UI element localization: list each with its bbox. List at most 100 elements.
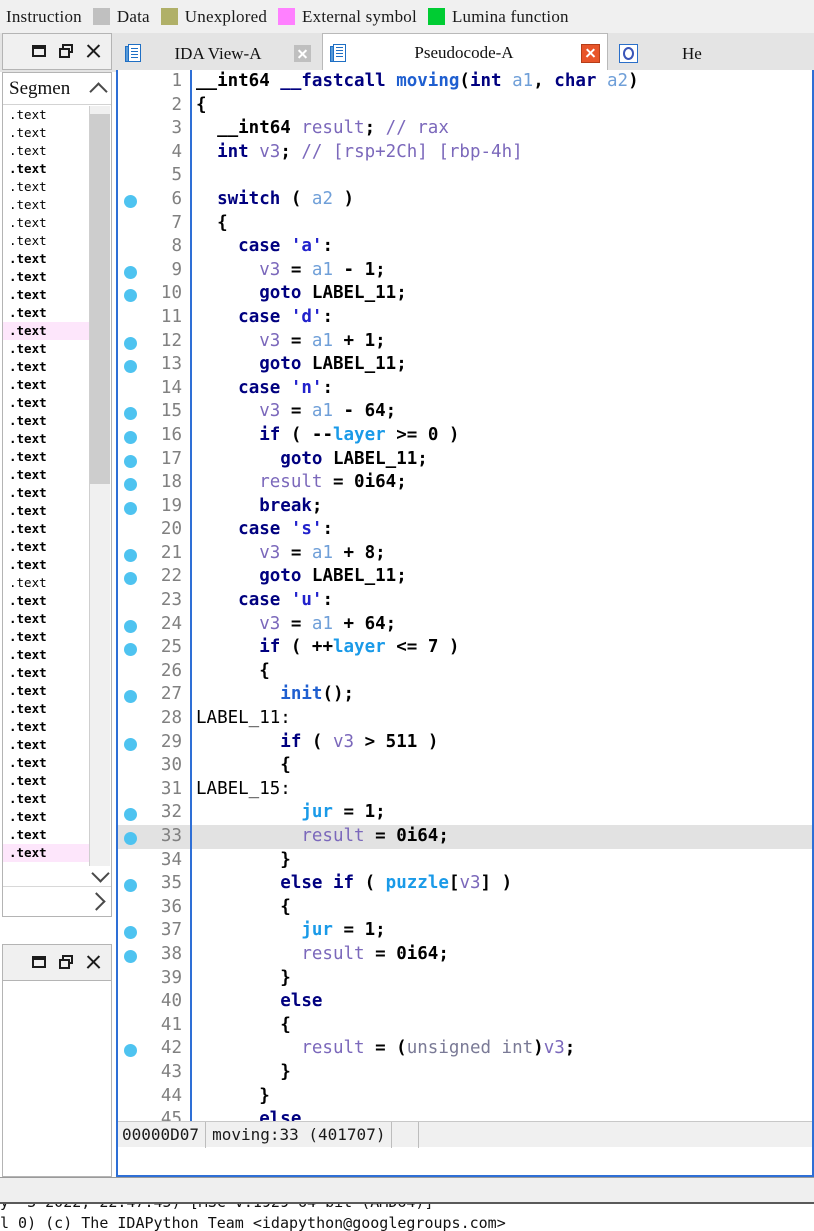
tab-pseudocode-a[interactable]: Pseudocode-A — [322, 33, 608, 72]
code-line[interactable]: 17 goto LABEL_11; — [116, 447, 814, 472]
breakpoint-icon[interactable] — [124, 548, 137, 562]
code-line[interactable]: 12 v3 = a1 + 1; — [116, 329, 814, 354]
segment-list-item[interactable]: .text — [3, 844, 89, 862]
breakpoint-icon[interactable] — [124, 194, 137, 208]
code-line[interactable]: 34 } — [116, 848, 814, 873]
segment-list-item[interactable]: .text — [3, 124, 89, 142]
segment-list-item[interactable]: .text — [3, 106, 89, 124]
breakpoint-icon[interactable] — [124, 265, 137, 279]
segment-list-item[interactable]: .text — [3, 538, 89, 556]
breakpoint-icon[interactable] — [124, 454, 137, 468]
code-line[interactable]: 28 LABEL_11: — [116, 707, 814, 731]
code-line[interactable]: 27 init(); — [116, 683, 814, 708]
code-line[interactable]: 38 result = 0i64; — [116, 942, 814, 967]
breakpoint-icon[interactable] — [124, 737, 137, 751]
segment-list-item[interactable]: .text — [3, 304, 89, 322]
segment-list-item[interactable]: .text — [3, 826, 89, 844]
segment-list-item[interactable]: .text — [3, 502, 89, 520]
segment-list-item[interactable]: .text — [3, 718, 89, 736]
breakpoint-icon[interactable] — [124, 949, 137, 963]
code-line[interactable]: 25 if ( ++layer <= 7 ) — [116, 636, 814, 660]
scrollbar-thumb[interactable] — [90, 114, 110, 484]
breakpoint-icon[interactable] — [124, 501, 137, 515]
code-line[interactable]: 4 int v3; // [rsp+2Ch] [rbp-4h] — [116, 140, 814, 165]
code-line[interactable]: 23 case 'u': — [116, 589, 814, 613]
breakpoint-icon[interactable] — [124, 926, 137, 940]
float-icon[interactable] — [58, 43, 75, 60]
code-line[interactable]: 33 result = 0i64; — [116, 825, 814, 849]
code-line[interactable]: 11 case 'd': — [116, 305, 814, 330]
scroll-down-icon[interactable] — [90, 863, 110, 884]
code-line[interactable]: 24 v3 = a1 + 64; — [116, 612, 814, 637]
code-line[interactable]: 7 { — [116, 211, 814, 236]
code-line[interactable]: 41 { — [116, 1013, 814, 1038]
code-line[interactable]: 26 { — [116, 659, 814, 684]
segment-list-item[interactable]: .text — [3, 664, 89, 682]
segment-list-item[interactable]: .text — [3, 736, 89, 754]
breakpoint-icon[interactable] — [124, 572, 137, 586]
segment-list-item[interactable]: .text — [3, 286, 89, 304]
pseudocode-view[interactable]: 1 __int64 __fastcall moving(int a1, char … — [116, 70, 814, 1177]
code-line[interactable]: 9 v3 = a1 - 1; — [116, 258, 814, 283]
tab-hex-view[interactable]: He — [612, 35, 812, 72]
segment-list-item[interactable]: .text — [3, 466, 89, 484]
code-line[interactable]: 31 LABEL_15: — [116, 777, 814, 802]
segments-horizontal-scrollbar[interactable] — [3, 886, 111, 916]
segment-list-item[interactable]: .text — [3, 250, 89, 268]
segment-list-item[interactable]: .text — [3, 322, 89, 340]
segment-list-item[interactable]: .text — [3, 142, 89, 160]
segment-list-item[interactable]: .text — [3, 592, 89, 610]
code-line[interactable]: 42 result = (unsigned int)v3; — [116, 1037, 814, 1061]
code-line[interactable]: 35 else if ( puzzle[v3] ) — [116, 872, 814, 896]
segment-list-item[interactable]: .text — [3, 790, 89, 808]
close-icon[interactable] — [85, 954, 102, 971]
segment-list-item[interactable]: .text — [3, 430, 89, 448]
breakpoint-icon[interactable] — [124, 832, 137, 845]
close-icon[interactable] — [85, 43, 102, 60]
segment-list-item[interactable]: .text — [3, 700, 89, 718]
code-line[interactable]: 43 } — [116, 1060, 814, 1085]
breakpoint-icon[interactable] — [124, 808, 137, 822]
code-line[interactable]: 21 v3 = a1 + 8; — [116, 541, 814, 566]
segment-list-item[interactable]: .text — [3, 574, 89, 592]
segments-vertical-scrollbar[interactable] — [89, 106, 110, 866]
segment-list-item[interactable]: .text — [3, 394, 89, 412]
segment-list-item[interactable]: .text — [3, 808, 89, 826]
breakpoint-icon[interactable] — [124, 360, 137, 374]
code-line[interactable]: 16 if ( --layer >= 0 ) — [116, 423, 814, 448]
segment-list-item[interactable]: .text — [3, 214, 89, 232]
segment-list-item[interactable]: .text — [3, 412, 89, 430]
breakpoint-icon[interactable] — [124, 1044, 137, 1058]
breakpoint-icon[interactable] — [124, 336, 137, 350]
segment-list-item[interactable]: .text — [3, 754, 89, 772]
code-line[interactable]: 1 __int64 __fastcall moving(int a1, char … — [116, 70, 814, 94]
code-line[interactable]: 6 switch ( a2 ) — [116, 187, 814, 212]
segment-list-item[interactable]: .text — [3, 682, 89, 700]
segment-list-item[interactable]: .text — [3, 376, 89, 394]
segment-list-item[interactable]: .text — [3, 358, 89, 376]
code-line[interactable]: 18 result = 0i64; — [116, 471, 814, 495]
code-line[interactable]: 2{ — [116, 93, 814, 118]
breakpoint-icon[interactable] — [124, 478, 137, 492]
close-icon[interactable] — [294, 45, 311, 62]
restore-icon[interactable] — [31, 43, 48, 60]
breakpoint-icon[interactable] — [124, 619, 137, 633]
code-line[interactable]: 14 case 'n': — [116, 376, 814, 401]
close-icon[interactable] — [581, 43, 600, 63]
breakpoint-icon[interactable] — [124, 407, 137, 421]
code-line[interactable]: 40 else — [116, 990, 814, 1014]
output-window[interactable]: y 3 2022, 22:47:45) [MSC v.1929 64 bit (… — [0, 1202, 814, 1231]
code-line[interactable]: 19 break; — [116, 494, 814, 519]
segment-list-item[interactable]: .text — [3, 772, 89, 790]
code-line[interactable]: 44 } — [116, 1084, 814, 1109]
breakpoint-icon[interactable] — [124, 879, 137, 893]
scroll-up-icon[interactable] — [87, 77, 109, 101]
code-line[interactable]: 13 goto LABEL_11; — [116, 353, 814, 377]
breakpoint-icon[interactable] — [124, 289, 137, 303]
segments-list[interactable]: .text .text .text .text .text .text .text .text… — [3, 106, 89, 866]
segment-list-item[interactable]: .text — [3, 448, 89, 466]
segment-list-item[interactable]: .text — [3, 610, 89, 628]
segment-list-item[interactable]: .text — [3, 520, 89, 538]
segment-list-item[interactable]: .text — [3, 232, 89, 250]
code-line[interactable]: 37 jur = 1; — [116, 919, 814, 943]
